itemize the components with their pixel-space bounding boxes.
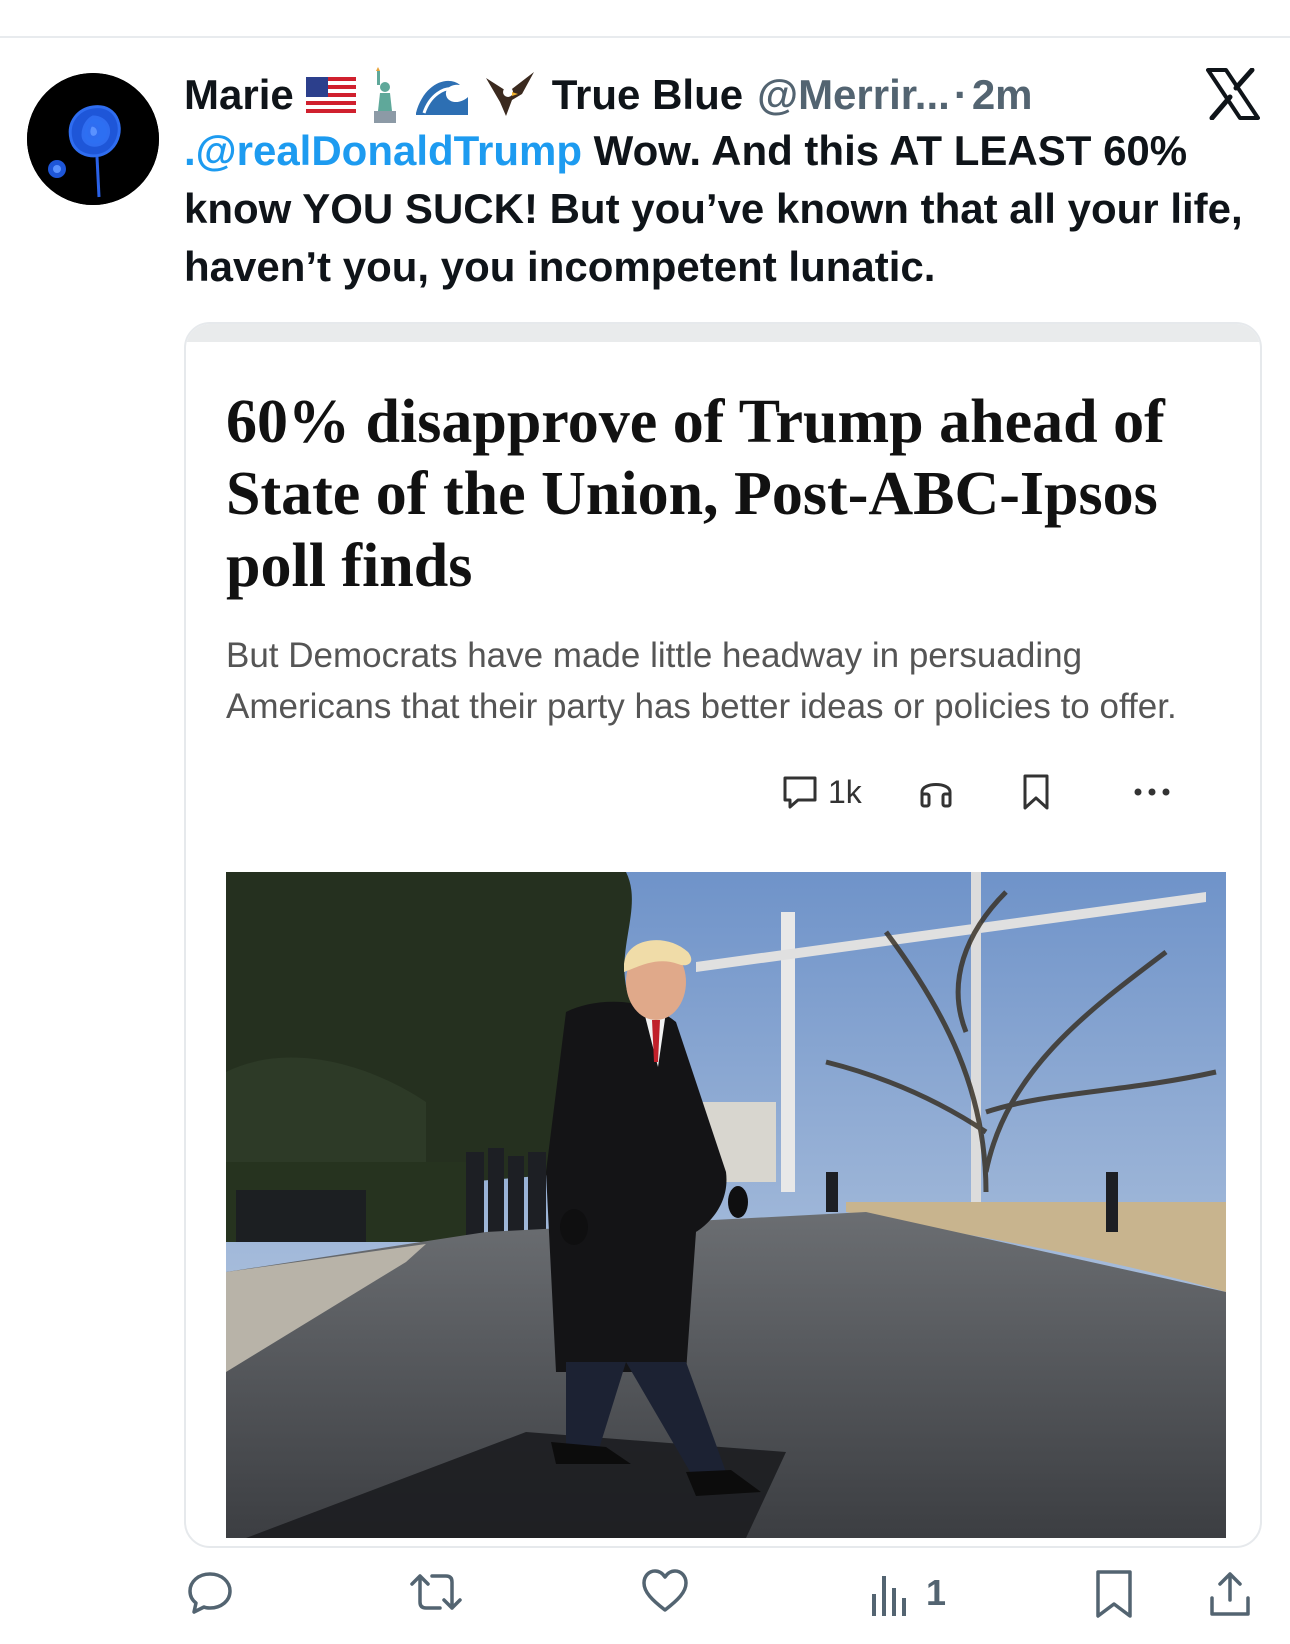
- display-name-suffix[interactable]: True Blue: [552, 66, 743, 124]
- tweet-header: Marie True Blue @Merrir... · 2m: [184, 66, 1033, 124]
- share-icon[interactable]: [1206, 1568, 1254, 1620]
- article-photo[interactable]: [226, 872, 1226, 1538]
- avatar[interactable]: [27, 73, 159, 205]
- eagle-icon: [485, 72, 534, 116]
- blue-rose-avatar-image: [27, 73, 159, 205]
- user-handle[interactable]: @Merrir...: [757, 66, 950, 124]
- bookmark-icon[interactable]: [1092, 1568, 1136, 1620]
- more-icon[interactable]: [1132, 772, 1172, 812]
- tweet-text: .@realDonaldTrump Wow. And this AT LEAST…: [184, 122, 1244, 296]
- views-icon[interactable]: [868, 1568, 914, 1618]
- views-count[interactable]: 1: [926, 1572, 946, 1614]
- photo-scene: [226, 872, 1226, 1538]
- us-flag-icon: [305, 77, 356, 113]
- top-divider: [0, 36, 1290, 38]
- timestamp[interactable]: 2m: [972, 66, 1033, 124]
- x-logo-icon: [1206, 68, 1260, 120]
- card-top-bar: [186, 324, 1260, 342]
- mention-link[interactable]: .@realDonaldTrump: [184, 127, 582, 174]
- reply-icon[interactable]: [186, 1568, 234, 1616]
- headphones-icon[interactable]: [916, 772, 956, 812]
- comment-count[interactable]: 1k: [828, 774, 862, 811]
- tweet-action-bar: 1: [0, 1568, 1290, 1628]
- card-actions: 1k: [186, 772, 1260, 822]
- article-card[interactable]: 60% disapprove of Trump ahead of State o…: [184, 322, 1262, 1548]
- statue-of-liberty-icon: [373, 67, 396, 123]
- like-icon[interactable]: [640, 1568, 690, 1614]
- retweet-icon[interactable]: [408, 1568, 464, 1616]
- article-subheadline: But Democrats have made little headway i…: [226, 636, 1177, 726]
- comment-icon[interactable]: [780, 772, 820, 812]
- wave-icon: [415, 80, 468, 115]
- bookmark-icon[interactable]: [1016, 772, 1056, 812]
- separator-dot: ·: [953, 71, 968, 118]
- display-name[interactable]: Marie: [184, 66, 294, 124]
- article-headline[interactable]: 60% disapprove of Trump ahead of State o…: [226, 386, 1226, 602]
